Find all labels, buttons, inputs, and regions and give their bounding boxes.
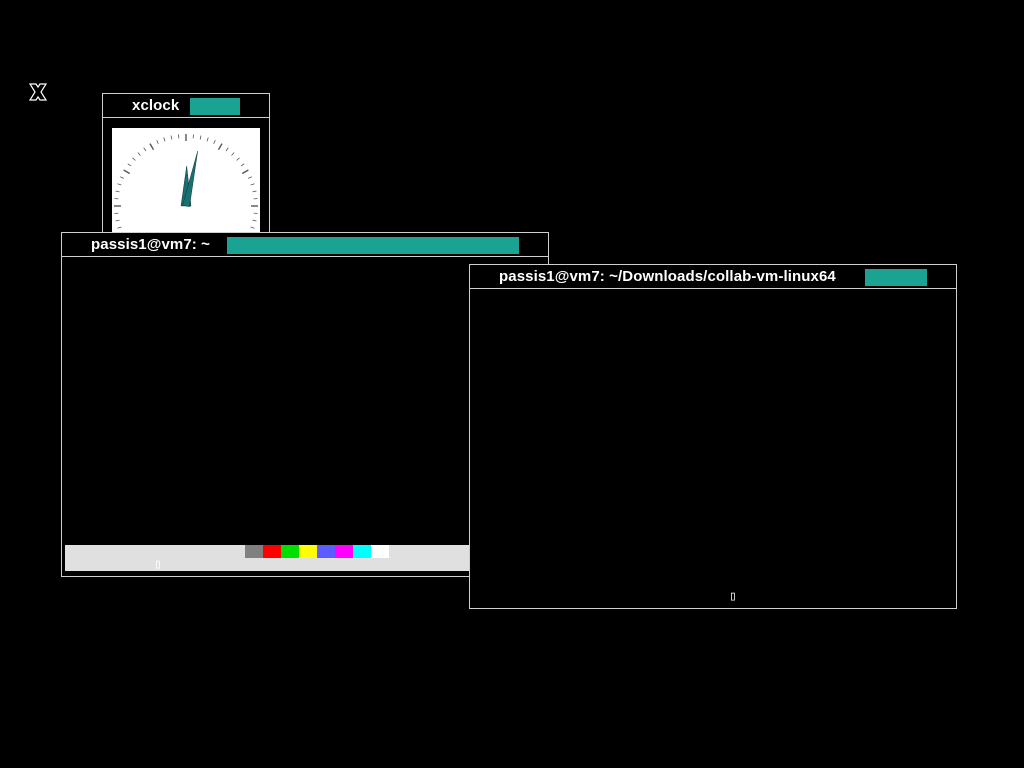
clock-tick (236, 157, 240, 161)
clock-tick (163, 137, 166, 142)
clock-tick (137, 152, 141, 156)
color-palette-bar (65, 545, 470, 571)
color-swatch-yellow (299, 545, 317, 558)
clock-tick (156, 140, 159, 145)
clock-tick (252, 190, 257, 193)
terminal-window-downloads[interactable]: passis1@vm7: ~/Downloads/collab-vm-linux… (469, 264, 957, 609)
clock-tick (206, 137, 209, 142)
clock-tick (240, 163, 245, 167)
text-cursor: ▯ (729, 589, 737, 604)
clock-tick (132, 157, 136, 161)
clock-tick (117, 183, 122, 186)
xclock-titlebar[interactable]: xclock (103, 94, 269, 118)
title-accent-bar[interactable] (227, 237, 519, 254)
terminal-titlebar[interactable]: passis1@vm7: ~/Downloads/collab-vm-linux… (470, 265, 956, 289)
clock-tick (120, 176, 125, 179)
clock-tick (127, 163, 132, 167)
clock-tick (250, 183, 255, 186)
clock-tick (199, 135, 202, 140)
terminal-titlebar[interactable]: passis1@vm7: ~ (62, 233, 548, 257)
window-title: passis1@vm7: ~/Downloads/collab-vm-linux… (499, 268, 836, 285)
window-title: passis1@vm7: ~ (91, 236, 211, 253)
clock-tick (115, 219, 120, 222)
clock-tick (117, 226, 122, 229)
x-cursor-icon (28, 82, 48, 102)
text-cursor: ▯ (154, 557, 162, 572)
terminal-body[interactable]: ▯ (470, 289, 956, 608)
color-swatch-green (281, 545, 299, 558)
clock-tick (247, 176, 252, 179)
clock-tick (123, 169, 131, 175)
window-title: xclock (132, 97, 180, 114)
clock-tick (217, 143, 223, 151)
clock-tick (213, 140, 216, 145)
color-swatch-red (263, 545, 281, 558)
color-swatch-gray (245, 545, 263, 558)
xclock-window[interactable]: xclock (102, 93, 270, 243)
clock-tick (115, 190, 120, 193)
clock-tick (170, 135, 173, 140)
clock-tick (143, 147, 147, 152)
clock-tick (149, 143, 155, 151)
color-swatch-magenta (335, 545, 353, 558)
color-swatch-cyan (353, 545, 371, 558)
clock-tick (252, 219, 257, 222)
clock-face (112, 128, 260, 240)
title-accent-bar[interactable] (865, 269, 927, 286)
color-swatch-white (371, 545, 389, 558)
clock-tick (241, 169, 249, 175)
clock-tick (231, 152, 235, 156)
clock-tick (250, 226, 255, 229)
clock-tick (225, 147, 229, 152)
title-accent-bar[interactable] (190, 98, 240, 115)
color-swatch-blue (317, 545, 335, 558)
